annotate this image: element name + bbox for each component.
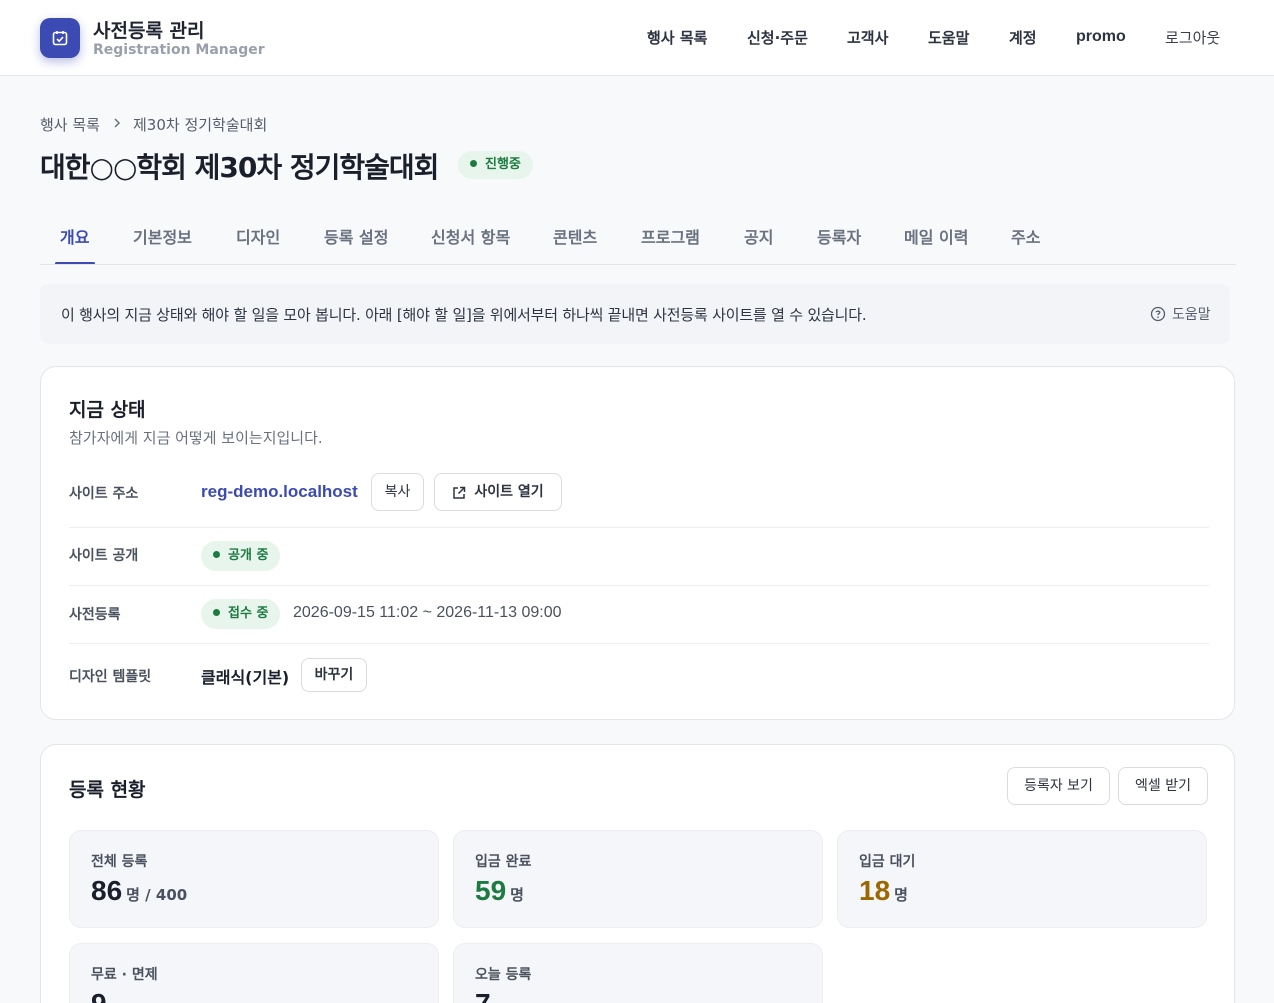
registration-status-title: 등록 현황 [69, 779, 146, 801]
site-public-value: 공개 중 [228, 548, 269, 563]
open-site-button[interactable]: 사이트 열기 [434, 473, 562, 511]
row-divider [69, 527, 1209, 528]
site-address-link[interactable]: reg-demo.localhost [201, 482, 358, 502]
design-template-value: 클래식(기본) [201, 668, 290, 687]
status-dot [213, 609, 220, 616]
stat-value: 9 [91, 988, 107, 1003]
preregistration-label: 사전등록 [69, 607, 121, 623]
stat-unit: 명 [894, 886, 908, 904]
tab-registration-settings[interactable]: 등록 설정 [324, 224, 388, 248]
stat-value: 59 명 [475, 875, 524, 907]
current-status-title: 지금 상태 [69, 399, 146, 421]
stat-free-exempt: 무료 · 면제 9 [69, 943, 439, 1003]
row-divider [69, 643, 1209, 644]
site-address-label: 사이트 주소 [69, 486, 139, 502]
open-site-label: 사이트 열기 [474, 484, 544, 500]
stat-value: 86 명 / 400 [91, 875, 187, 907]
info-banner-text: 이 행사의 지금 상태와 해야 할 일을 모아 봅니다. 아래 [해야 할 일]… [61, 306, 867, 324]
copy-button[interactable]: 복사 [371, 473, 424, 511]
chevron-right-icon [114, 118, 121, 128]
tab-overview[interactable]: 개요 [60, 224, 89, 248]
nav-event-list[interactable]: 행사 목록 [647, 27, 707, 48]
site-public-badge: 공개 중 [201, 541, 281, 571]
breadcrumb-current: 제30차 정기학술대회 [133, 116, 268, 134]
tab-program[interactable]: 프로그램 [641, 224, 700, 248]
nav-help[interactable]: 도움말 [928, 27, 969, 48]
current-status-card: 지금 상태 참가자에게 지금 어떻게 보이는지입니다. 사이트 주소 reg-d… [40, 366, 1235, 720]
stat-label: 오늘 등록 [475, 967, 532, 983]
info-banner: 이 행사의 지금 상태와 해야 할 일을 모아 봅니다. 아래 [해야 할 일]… [40, 284, 1230, 344]
tab-mail-history[interactable]: 메일 이력 [904, 224, 968, 248]
app-logo[interactable] [40, 18, 80, 58]
stat-value: 18 명 [859, 875, 908, 907]
design-template-label: 디자인 템플릿 [69, 669, 152, 685]
event-status-badge: 진행중 [458, 151, 533, 179]
checklist-icon [52, 31, 68, 46]
preregistration-period: 2026-09-15 11:02 ~ 2026-11-13 09:00 [293, 604, 562, 621]
tab-address[interactable]: 주소 [1011, 224, 1040, 248]
external-link-icon [453, 486, 466, 499]
stat-total-registrations: 전체 등록 86 명 / 400 [69, 830, 439, 928]
stat-label: 전체 등록 [91, 854, 148, 870]
site-public-label: 사이트 공개 [69, 548, 139, 564]
help-link[interactable]: 도움말 [1150, 304, 1211, 324]
stat-payment-pending: 입금 대기 18 명 [837, 830, 1207, 928]
stat-number: 7 [475, 988, 491, 1003]
question-circle-icon [1150, 306, 1166, 322]
status-dot [213, 551, 220, 558]
stat-value: 7 [475, 988, 491, 1003]
top-navigation-bar: 사전등록 관리 Registration Manager 행사 목록 신청·주문… [0, 0, 1274, 76]
current-status-subtitle: 참가자에게 지금 어떻게 보이는지입니다. [69, 429, 323, 447]
nav-logout[interactable]: 로그아웃 [1165, 27, 1220, 48]
nav-applications-orders[interactable]: 신청·주문 [747, 27, 808, 48]
registration-status-card: 등록 현황 등록자 보기 엑셀 받기 전체 등록 86 명 / 400 입금 완료… [40, 744, 1235, 1003]
stat-today-registrations: 오늘 등록 7 [453, 943, 823, 1003]
tab-form-fields[interactable]: 신청서 항목 [431, 224, 510, 248]
nav-account[interactable]: 계정 [1009, 27, 1037, 48]
stat-payment-complete: 입금 완료 59 명 [453, 830, 823, 928]
stat-number: 86 [91, 875, 123, 906]
stat-label: 입금 대기 [859, 854, 916, 870]
stat-number: 59 [475, 875, 507, 906]
tab-design[interactable]: 디자인 [236, 224, 280, 248]
status-dot [470, 160, 477, 167]
stat-unit: 명 [510, 886, 524, 904]
change-template-button[interactable]: 바꾸기 [301, 658, 367, 692]
tabs-divider [40, 264, 1236, 265]
download-excel-button[interactable]: 엑셀 받기 [1118, 767, 1208, 805]
page-title: 대한○○학회 제30차 정기학술대회 [40, 151, 439, 184]
nav-clients[interactable]: 고객사 [847, 27, 888, 48]
nav-promo[interactable]: promo [1076, 28, 1126, 46]
app-title: 사전등록 관리 [93, 20, 205, 42]
event-status-text: 진행중 [485, 157, 521, 172]
view-registrants-button[interactable]: 등록자 보기 [1007, 767, 1110, 805]
tab-basic-info[interactable]: 기본정보 [133, 224, 192, 248]
tab-registrants[interactable]: 등록자 [817, 224, 861, 248]
tab-contents[interactable]: 콘텐츠 [553, 224, 597, 248]
stat-label: 입금 완료 [475, 854, 532, 870]
stat-label: 무료 · 면제 [91, 967, 158, 983]
stat-number: 9 [91, 988, 107, 1003]
tab-notices[interactable]: 공지 [744, 224, 773, 248]
preregistration-value: 접수 중 [228, 606, 269, 621]
row-divider [69, 585, 1209, 586]
breadcrumb-parent[interactable]: 행사 목록 [40, 114, 100, 135]
help-link-label: 도움말 [1172, 307, 1211, 323]
preregistration-badge: 접수 중 [201, 599, 281, 629]
stat-number: 18 [859, 875, 891, 906]
stat-unit: 명 / 400 [126, 886, 188, 904]
app-subtitle: Registration Manager [93, 42, 265, 58]
